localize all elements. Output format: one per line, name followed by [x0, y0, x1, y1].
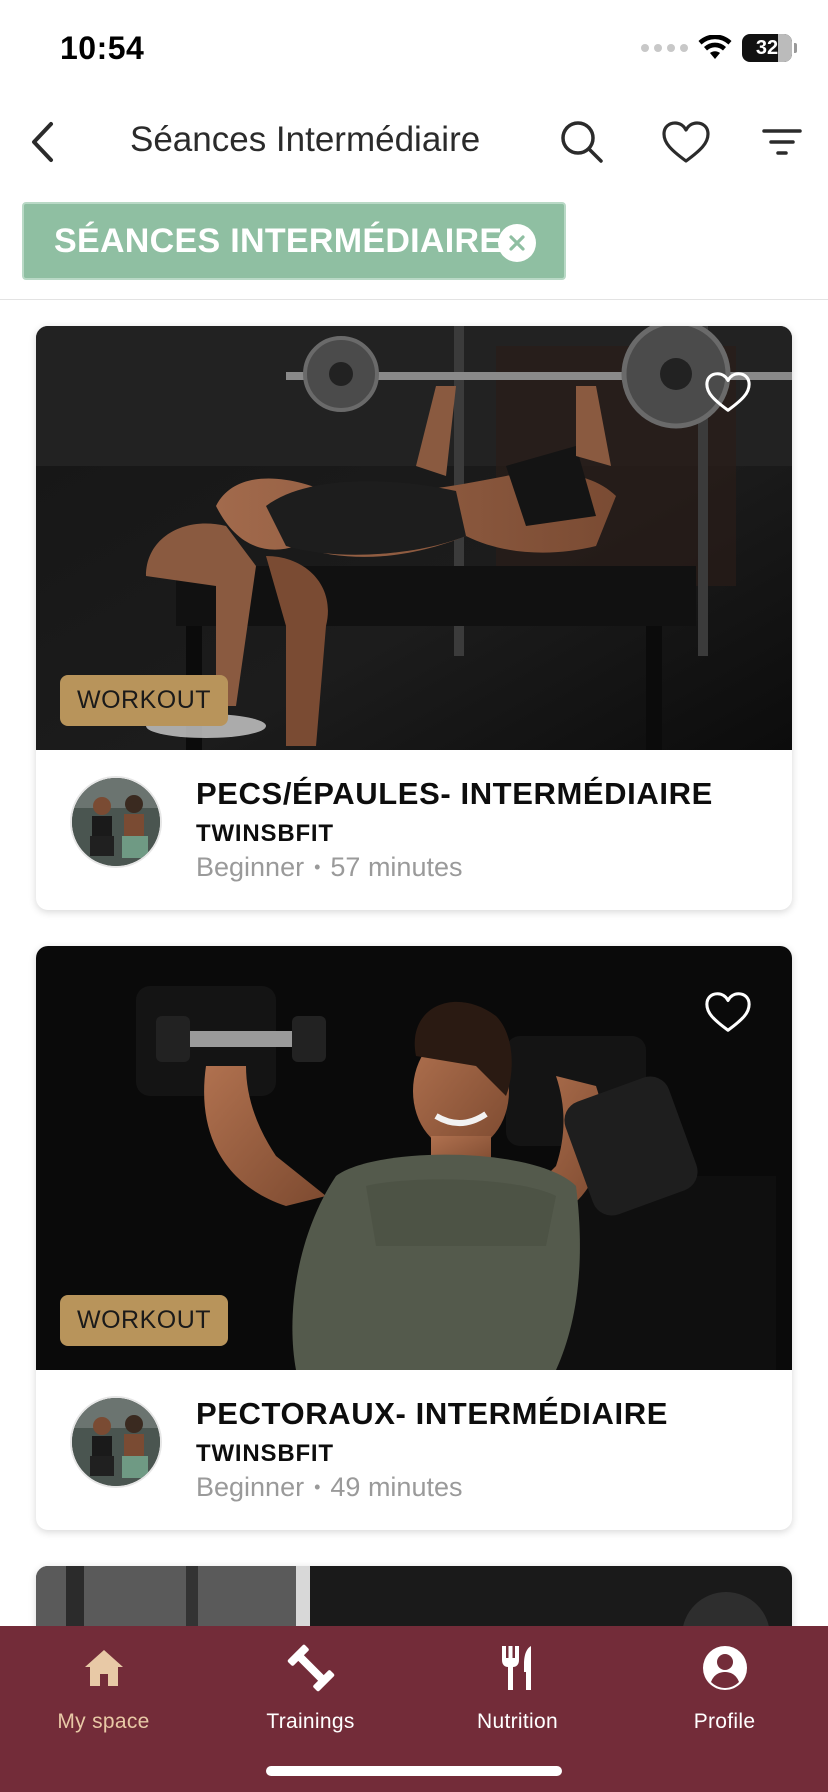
- workout-level: Beginner: [196, 852, 305, 882]
- meta-separator: •: [314, 857, 321, 877]
- workout-meta: Beginner • 57 minutes: [196, 852, 462, 883]
- favorites-button[interactable]: [660, 116, 712, 168]
- back-button[interactable]: [20, 118, 64, 166]
- filter-chip-remove-button[interactable]: [498, 224, 536, 262]
- workout-card[interactable]: WORKOUT PECS/ÉPAULES- INTERMÉDIAIRE TWIN…: [36, 326, 792, 910]
- tab-trainings[interactable]: Trainings: [207, 1640, 414, 1750]
- workout-info: PECTORAUX- INTERMÉDIAIRE TWINSBFIT Begin…: [36, 1370, 792, 1530]
- coach-avatar: [70, 1396, 162, 1488]
- cellular-signal-icon: [641, 44, 688, 52]
- workout-level: Beginner: [196, 1472, 305, 1502]
- home-indicator[interactable]: [266, 1766, 562, 1776]
- workout-duration: 57 minutes: [330, 852, 463, 882]
- workout-title: PECS/ÉPAULES- INTERMÉDIAIRE: [196, 776, 713, 811]
- tab-label: Profile: [693, 1710, 756, 1733]
- profile-icon: [702, 1646, 747, 1690]
- nav-bar: Séances Intermédiaire: [0, 100, 828, 184]
- favorite-icon[interactable]: [704, 370, 752, 414]
- battery-icon: 32: [742, 34, 797, 62]
- tab-my-space[interactable]: My space: [0, 1640, 207, 1750]
- workout-author: TWINSBFIT: [196, 1440, 334, 1467]
- chevron-left-icon: [32, 122, 53, 162]
- favorite-icon[interactable]: [704, 990, 752, 1034]
- meta-separator: •: [314, 1477, 321, 1497]
- page-title: Séances Intermédiaire: [130, 120, 481, 159]
- status-indicators: 32: [641, 34, 797, 62]
- workout-image[interactable]: WORKOUT: [36, 326, 792, 750]
- status-bar: 10:54 32: [0, 0, 828, 100]
- wifi-icon: [698, 35, 732, 59]
- status-time: 10:54: [60, 30, 145, 66]
- workout-duration: 49 minutes: [330, 1472, 463, 1502]
- search-icon: [561, 121, 603, 163]
- coach-avatar: [70, 776, 162, 868]
- filter-chip[interactable]: SÉANCES INTERMÉDIAIRE: [22, 202, 566, 280]
- dumbbell-icon: [287, 1644, 334, 1692]
- battery-level: 32: [755, 36, 779, 59]
- tab-label: My space: [57, 1710, 150, 1733]
- filter-chip-label: SÉANCES INTERMÉDIAIRE: [54, 221, 503, 260]
- filter-icon: [762, 129, 802, 155]
- workout-author: TWINSBFIT: [196, 820, 334, 847]
- search-button[interactable]: [556, 116, 608, 168]
- tab-label: Nutrition: [477, 1710, 558, 1733]
- category-badge: WORKOUT: [60, 1295, 229, 1346]
- filter-button[interactable]: [756, 116, 808, 168]
- home-icon: [84, 1650, 123, 1686]
- category-badge: WORKOUT: [60, 675, 229, 726]
- workout-info: PECS/ÉPAULES- INTERMÉDIAIRE TWINSBFIT Be…: [36, 750, 792, 910]
- tab-label: Trainings: [266, 1710, 355, 1733]
- workout-title: PECTORAUX- INTERMÉDIAIRE: [196, 1396, 668, 1431]
- workout-meta: Beginner • 49 minutes: [196, 1472, 462, 1503]
- close-icon: [509, 235, 525, 251]
- tab-profile[interactable]: Profile: [621, 1640, 828, 1750]
- workout-card[interactable]: WORKOUT PECTORAUX- INTERMÉDIAIRE TWINSBF…: [36, 946, 792, 1530]
- heart-icon: [662, 121, 710, 163]
- fork-knife-icon: [501, 1646, 531, 1690]
- tab-nutrition[interactable]: Nutrition: [414, 1640, 621, 1750]
- workout-image[interactable]: WORKOUT: [36, 946, 792, 1370]
- active-filters: SÉANCES INTERMÉDIAIRE: [0, 200, 828, 300]
